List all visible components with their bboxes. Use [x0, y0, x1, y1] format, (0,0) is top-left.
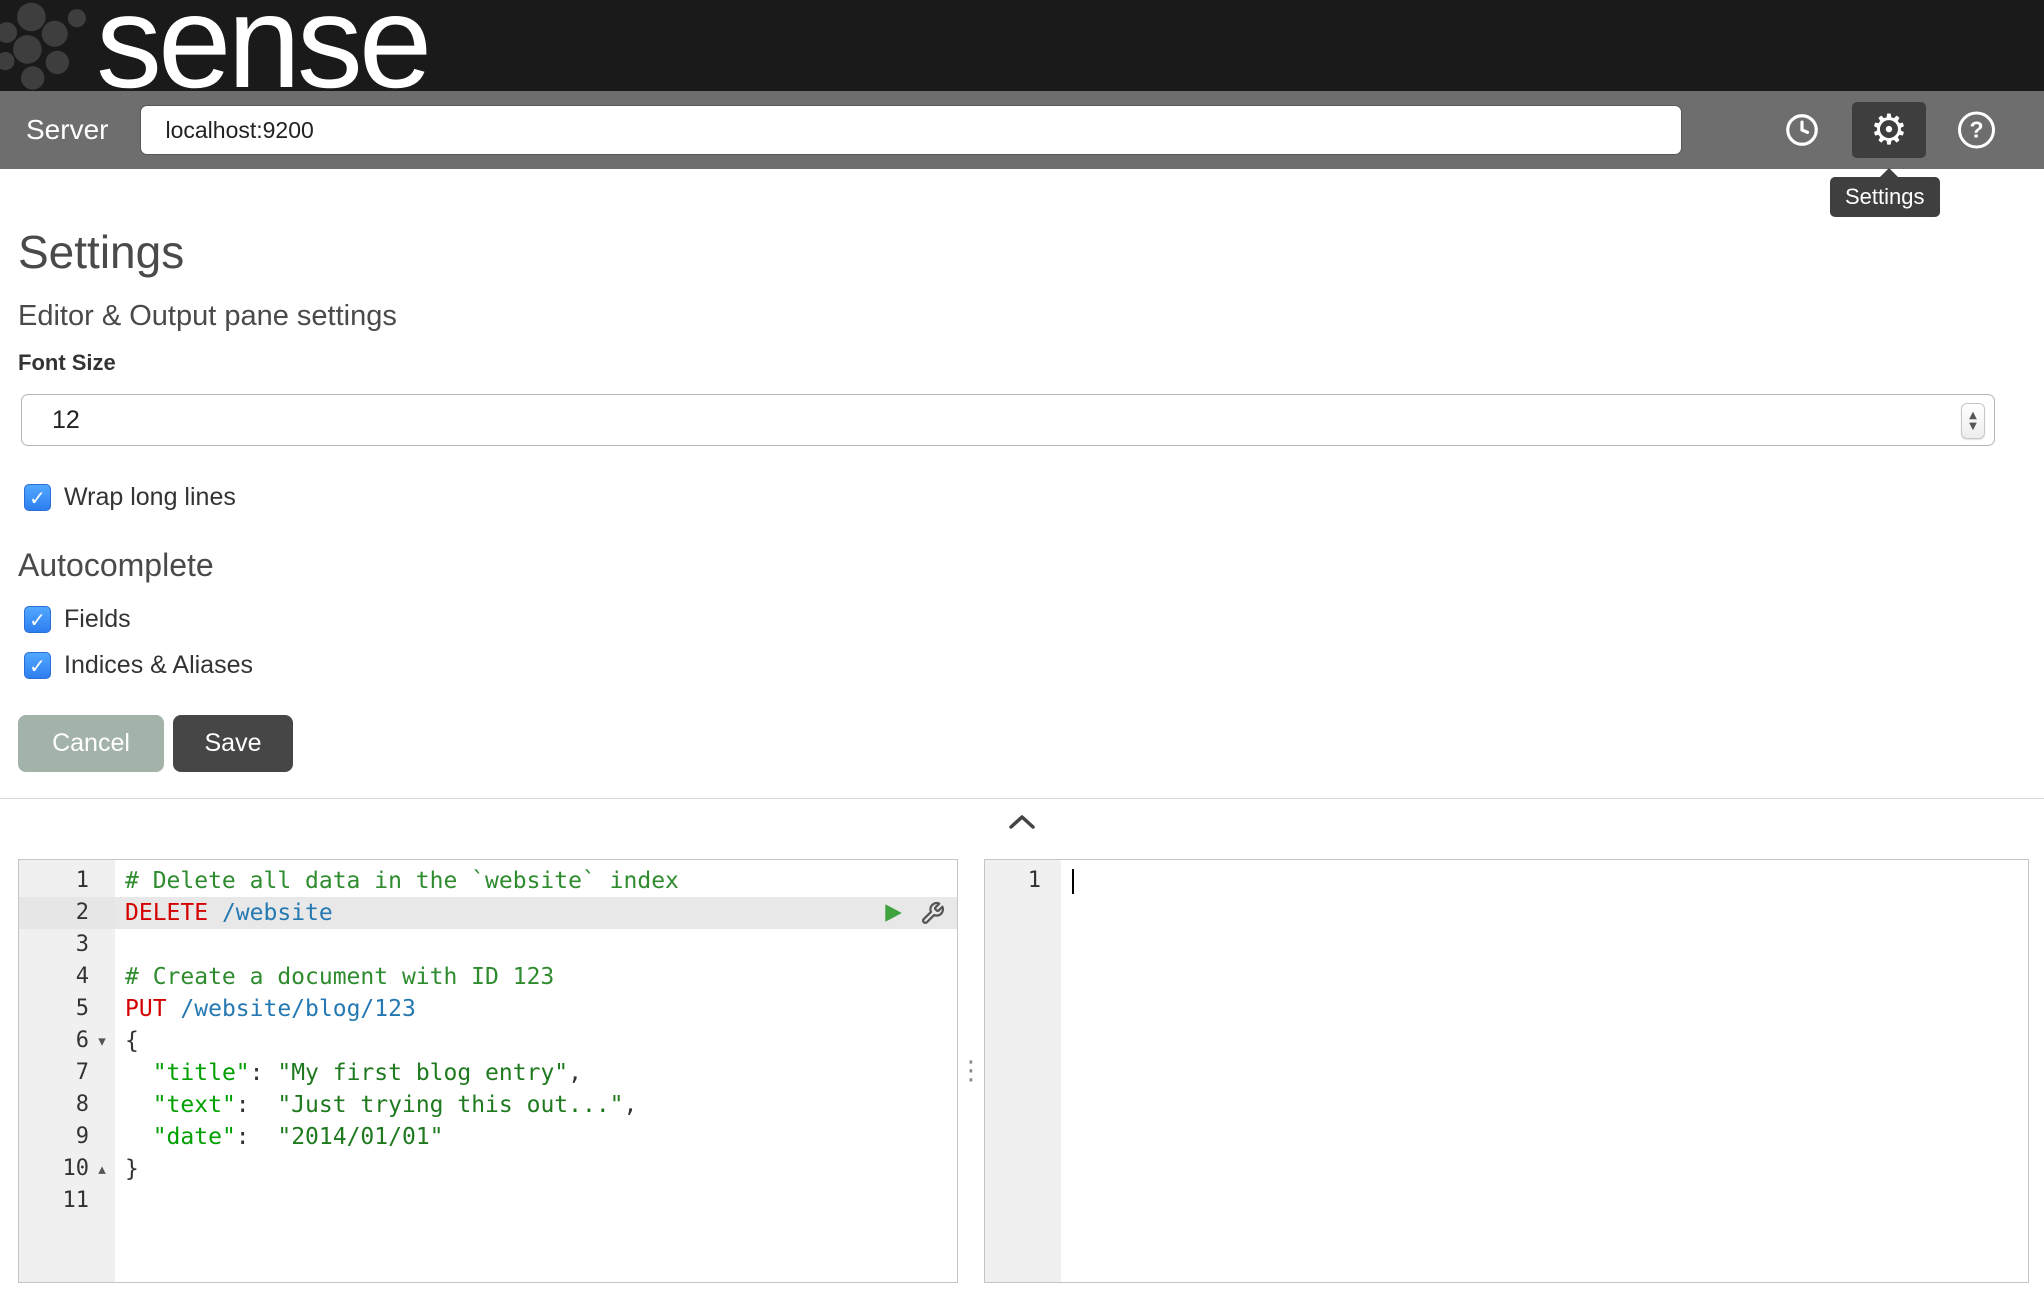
code-line[interactable]: PUT /website/blog/123	[115, 993, 957, 1025]
fields-label: Fields	[64, 605, 131, 634]
gear-icon: ⚙	[1870, 109, 1908, 151]
history-button[interactable]	[1782, 110, 1822, 150]
request-line-actions	[882, 897, 945, 929]
code-line[interactable]: # Create a document with ID 123	[115, 961, 957, 993]
code-line[interactable]	[1061, 865, 2028, 897]
line-number: 9	[19, 1121, 115, 1153]
line-number: 1	[19, 865, 115, 897]
fold-close-icon[interactable]: ▴	[92, 1153, 112, 1185]
check-icon: ✓	[29, 610, 46, 630]
autocomplete-title: Autocomplete	[18, 547, 2044, 583]
editor-area: 123456▾78910▴11 # Delete all data in the…	[18, 859, 2029, 1283]
settings-button[interactable]: ⚙	[1852, 102, 1926, 158]
font-size-value: 12	[52, 406, 80, 435]
run-request-icon[interactable]	[882, 902, 904, 924]
line-number: 10▴	[19, 1153, 115, 1185]
line-number: 11	[19, 1185, 115, 1217]
tooltip-label: Settings	[1845, 184, 1925, 209]
request-code[interactable]: # Delete all data in the `website` index…	[115, 860, 957, 1282]
code-line[interactable]: "title": "My first blog entry",	[115, 1057, 957, 1089]
server-input[interactable]	[140, 105, 1682, 155]
check-icon: ✓	[29, 488, 46, 508]
indices-aliases-label: Indices & Aliases	[64, 651, 253, 680]
line-number: 3	[19, 929, 115, 961]
code-line[interactable]: }	[115, 1153, 957, 1185]
request-editor-pane[interactable]: 123456▾78910▴11 # Delete all data in the…	[18, 859, 958, 1283]
clock-icon	[1783, 111, 1821, 149]
text-cursor	[1072, 869, 1074, 894]
save-button[interactable]: Save	[173, 715, 293, 772]
indices-aliases-checkbox[interactable]: ✓	[24, 652, 51, 679]
stepper-up-icon[interactable]: ▲	[1969, 410, 1977, 421]
app-header: sense	[0, 0, 2044, 91]
check-icon: ✓	[29, 656, 46, 676]
settings-tooltip: Settings	[1830, 177, 1940, 217]
server-label: Server	[26, 114, 108, 146]
line-number: 1	[985, 865, 1061, 897]
code-line[interactable]	[115, 929, 957, 961]
line-number: 2	[19, 897, 115, 929]
fold-open-icon[interactable]: ▾	[92, 1025, 112, 1057]
line-number: 5	[19, 993, 115, 1025]
output-gutter: 1	[985, 860, 1061, 1282]
page-title: Settings	[18, 225, 2044, 279]
line-number: 8	[19, 1089, 115, 1121]
request-gutter: 123456▾78910▴11	[19, 860, 115, 1282]
code-line[interactable]	[115, 1185, 957, 1217]
drag-handle-icon: ⋮	[958, 1058, 984, 1084]
indices-aliases-row: ✓ Indices & Aliases	[24, 652, 2044, 679]
font-size-stepper[interactable]: ▲ ▼	[1961, 403, 1985, 439]
collapse-bar	[0, 798, 2044, 844]
settings-panel: Settings Editor & Output pane settings F…	[0, 169, 2044, 798]
help-button[interactable]: ?	[1958, 112, 1995, 149]
cancel-button[interactable]: Cancel	[18, 715, 164, 772]
server-toolbar: Server ⚙ ?	[0, 91, 2044, 169]
code-line[interactable]: "text": "Just trying this out...",	[115, 1089, 957, 1121]
code-line[interactable]: {	[115, 1025, 957, 1057]
settings-subtitle: Editor & Output pane settings	[18, 299, 2044, 333]
wrench-icon[interactable]	[920, 901, 945, 926]
fields-checkbox[interactable]: ✓	[24, 606, 51, 633]
font-size-label: Font Size	[18, 351, 2044, 375]
code-line[interactable]: DELETE /website	[115, 897, 957, 929]
line-number: 7	[19, 1057, 115, 1089]
settings-actions: Cancel Save	[18, 715, 2044, 772]
collapse-panel-icon[interactable]	[1008, 814, 1036, 830]
wrap-long-lines-checkbox[interactable]: ✓	[24, 484, 51, 511]
fields-row: ✓ Fields	[24, 606, 2044, 633]
line-number: 4	[19, 961, 115, 993]
line-number: 6▾	[19, 1025, 115, 1057]
code-line[interactable]: # Delete all data in the `website` index	[115, 865, 957, 897]
sense-logo-icon	[0, 0, 94, 91]
app-logo: sense	[96, 0, 428, 87]
stepper-down-icon[interactable]: ▼	[1969, 421, 1977, 432]
code-line[interactable]: "date": "2014/01/01"	[115, 1121, 957, 1153]
pane-resizer[interactable]: ⋮	[958, 859, 984, 1283]
output-pane[interactable]: 1	[984, 859, 2029, 1283]
font-size-input[interactable]: 12 ▲ ▼	[21, 394, 1995, 446]
wrap-long-lines-row: ✓ Wrap long lines	[24, 484, 2044, 511]
output-code[interactable]	[1061, 860, 2028, 1282]
wrap-long-lines-label: Wrap long lines	[64, 483, 236, 512]
question-icon: ?	[1969, 117, 1983, 144]
tooltip-arrow	[1879, 168, 1899, 178]
